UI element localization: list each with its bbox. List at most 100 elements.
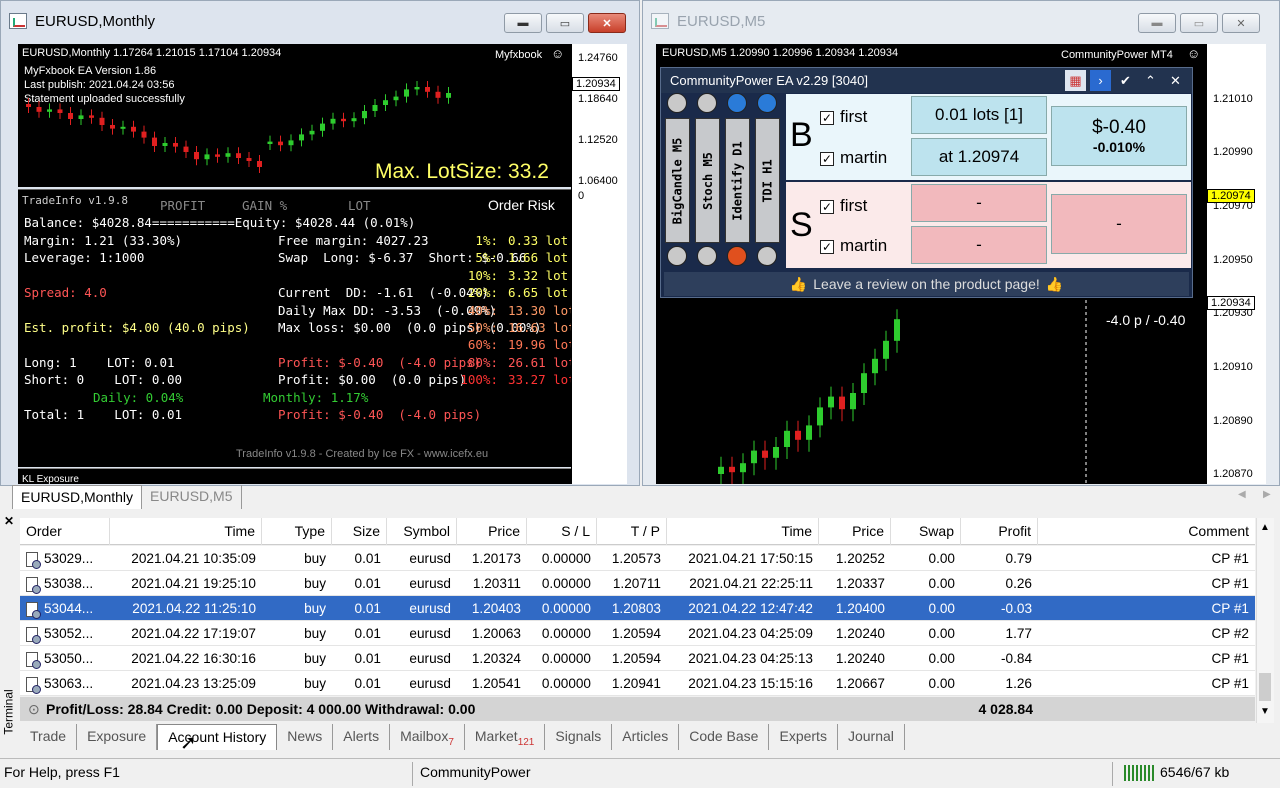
col-time-close[interactable]: Time [667, 518, 819, 545]
max-lotsize-label: Max. LotSize: 33.2 [375, 160, 549, 183]
tab-market[interactable]: Market121 [465, 724, 546, 750]
mailbox-badge: 7 [448, 736, 454, 748]
col-comment[interactable]: Comment [1038, 518, 1255, 545]
signal-dot[interactable] [727, 246, 747, 266]
review-bar[interactable]: 👍 Leave a review on the product page! 👍 [664, 272, 1189, 296]
signal-dot[interactable] [667, 246, 687, 266]
terminal-close-icon[interactable]: ✕ [4, 514, 14, 528]
cell-tp: 1.20711 [612, 576, 661, 591]
buy-martin-checkbox[interactable]: ✓ [820, 152, 834, 166]
tab-alerts[interactable]: Alerts [333, 724, 391, 750]
chevron-up-icon[interactable]: ⌃ [1140, 70, 1161, 91]
col-swap[interactable]: Swap [891, 518, 961, 545]
chart-tab-monthly[interactable]: EURUSD,Monthly [12, 485, 143, 509]
close-icon[interactable]: ✕ [1165, 70, 1186, 91]
signal-dot[interactable] [697, 246, 717, 266]
minimize-button[interactable]: ▬ [1138, 13, 1176, 33]
cell-time-close: 2021.04.21 17:50:15 [688, 551, 813, 566]
free-margin-line: Free margin: 4027.23 [278, 233, 429, 248]
signal-dot[interactable] [697, 93, 717, 113]
calendar-icon[interactable]: ▦ [1065, 70, 1086, 91]
chevron-right-icon[interactable]: › [1090, 70, 1111, 91]
buy-first-label: first [840, 107, 868, 126]
chart-tab-m5[interactable]: EURUSD,M5 [142, 485, 242, 509]
tab-mailbox[interactable]: Mailbox7 [390, 724, 465, 750]
cell-order: 53052... [20, 621, 110, 646]
close-button[interactable]: ✕ [1222, 13, 1260, 33]
chart-tabs: EURUSD,Monthly EURUSD,M5 [12, 485, 242, 509]
ea-panel-header[interactable]: CommunityPower EA v2.29 [3040] ▦ › ✔ ⌃ ✕ [661, 68, 1192, 93]
risk-lot: 33.27 lot [508, 372, 571, 387]
order-id: 53052... [44, 626, 94, 641]
tab-trade[interactable]: Trade [20, 724, 78, 750]
check-icon[interactable]: ✔ [1115, 70, 1136, 91]
minimize-button[interactable]: ▬ [504, 13, 542, 33]
col-tp[interactable]: T / P [597, 518, 667, 545]
risk-lot: 1.66 lot [508, 250, 569, 265]
col-time-open[interactable]: Time [110, 518, 262, 545]
cell-comment: CP #1 [1211, 651, 1249, 666]
col-type[interactable]: Type [262, 518, 332, 545]
col-order[interactable]: Order [20, 518, 110, 545]
col-price-close[interactable]: Price [819, 518, 891, 545]
order-document-icon [26, 676, 41, 694]
tab-code-base[interactable]: Code Base [679, 724, 770, 750]
cell-price-close: 1.20240 [835, 626, 885, 641]
tab-account-history[interactable]: Account History [157, 724, 278, 750]
indicator-tab-identify[interactable]: Identify D1 [725, 118, 750, 243]
table-row[interactable]: 53063... 2021.04.23 13:25:09 buy 0.01 eurusd… [20, 671, 1255, 696]
tab-exposure[interactable]: Exposure [77, 724, 158, 750]
table-row[interactable]: 53052... 2021.04.22 17:19:07 buy 0.01 eurusd… [20, 621, 1255, 646]
candle-body [47, 109, 52, 112]
candle-body [225, 153, 231, 157]
scroll-up-icon[interactable]: ▲ [1260, 522, 1270, 533]
indicator-tab-stoch[interactable]: Stoch M5 [695, 118, 720, 243]
signal-dot[interactable] [757, 246, 777, 266]
tab-news[interactable]: News [277, 724, 334, 750]
table-row[interactable]: 53038... 2021.04.21 19:25:10 buy 0.01 eurusd… [20, 571, 1255, 596]
table-row[interactable]: 53029... 2021.04.21 10:35:09 buy 0.01 eurusd… [20, 546, 1255, 571]
sell-first-checkbox[interactable]: ✓ [820, 200, 834, 214]
window-title: EURUSD,M5 [677, 12, 766, 30]
indicator-tab-tdi[interactable]: TDI H1 [755, 118, 780, 243]
tab-scroll-left-icon[interactable]: ◀ [1238, 489, 1246, 500]
maximize-button[interactable]: ▭ [1180, 13, 1218, 33]
sell-martin-cell: - [911, 226, 1047, 264]
sell-martin-checkbox[interactable]: ✓ [820, 240, 834, 254]
col-sl[interactable]: S / L [527, 518, 597, 545]
col-size[interactable]: Size [332, 518, 387, 545]
cell-sl: 0.00000 [541, 576, 591, 591]
monthly-chart[interactable]: EURUSD,Monthly 1.17264 1.21015 1.17104 1… [18, 44, 571, 187]
price-box-white: 1.20934 [1207, 296, 1255, 310]
col-price-open[interactable]: Price [457, 518, 527, 545]
buy-first-checkbox[interactable]: ✓ [820, 111, 834, 125]
col-symbol[interactable]: Symbol [387, 518, 457, 545]
tab-scroll-right-icon[interactable]: ▶ [1263, 489, 1271, 500]
scroll-down-icon[interactable]: ▼ [1260, 706, 1270, 717]
indicator-tab-bigcandle[interactable]: BigCandle M5 [665, 118, 690, 243]
close-button[interactable]: ✕ [588, 13, 626, 33]
mouse-cursor-icon: ➚ [180, 732, 197, 754]
candle-body [773, 447, 779, 458]
col-profit[interactable]: Profit [961, 518, 1038, 545]
table-row[interactable]: 53044... 2021.04.22 11:25:10 buy 0.01 eurusd… [20, 596, 1255, 621]
signal-dot[interactable] [727, 93, 747, 113]
scroll-thumb[interactable] [1259, 673, 1271, 701]
cell-time-close: 2021.04.23 04:25:13 [688, 651, 813, 666]
summary-bar: ⊙ Profit/Loss: 28.84 Credit: 0.00 Deposi… [20, 697, 1255, 721]
cell-time-open: 2021.04.22 11:25:10 [132, 601, 256, 616]
tab-journal[interactable]: Journal [838, 724, 905, 750]
maximize-button[interactable]: ▭ [546, 13, 584, 33]
candle-body [828, 396, 834, 408]
tab-experts[interactable]: Experts [769, 724, 838, 750]
signal-dot[interactable] [757, 93, 777, 113]
tab-signals[interactable]: Signals [545, 724, 613, 750]
signal-dot[interactable] [667, 93, 687, 113]
table-row[interactable]: 53050... 2021.04.22 16:30:16 buy 0.01 eurusd… [20, 646, 1255, 671]
cell-size: 0.01 [354, 601, 381, 616]
candle-body [57, 109, 63, 113]
order-document-icon [26, 601, 41, 619]
table-scrollbar[interactable]: ▲ ▼ [1256, 518, 1274, 723]
tab-articles[interactable]: Articles [612, 724, 680, 750]
axis-label: 1.20890 [1213, 415, 1253, 427]
